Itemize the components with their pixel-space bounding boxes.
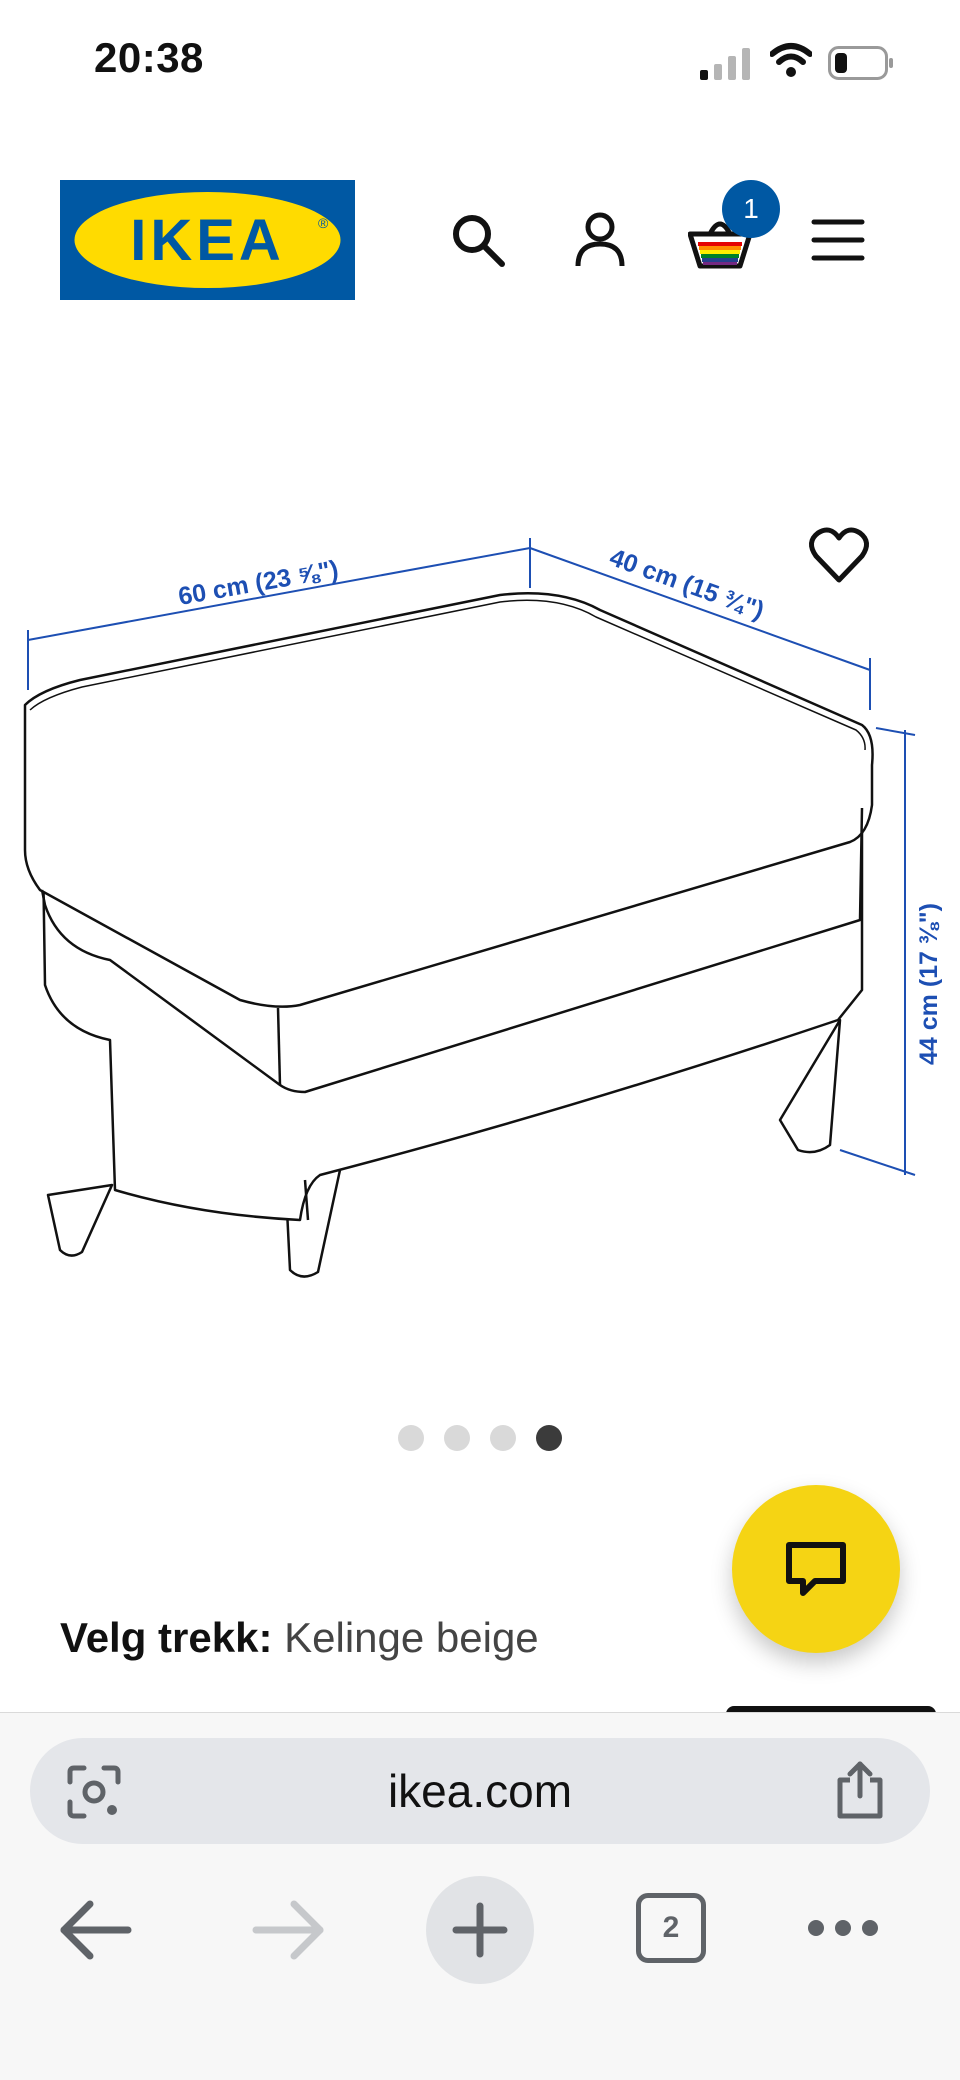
- menu-icon[interactable]: [808, 210, 868, 270]
- cart-count-badge[interactable]: 1: [722, 180, 780, 238]
- url-text[interactable]: ikea.com: [388, 1764, 572, 1818]
- cover-label: Velg trekk:: [60, 1614, 273, 1661]
- back-arrow-icon[interactable]: [56, 1890, 136, 1970]
- wifi-icon: [770, 43, 812, 77]
- plus-icon: [452, 1902, 508, 1958]
- more-options-icon[interactable]: [806, 1918, 880, 1938]
- cover-selector[interactable]: Velg trekk: Kelinge beige: [60, 1614, 539, 1662]
- carousel-dot[interactable]: [490, 1425, 516, 1451]
- battery-icon: [828, 46, 893, 80]
- image-carousel-indicator: [0, 1425, 960, 1455]
- svg-text:®: ®: [318, 215, 329, 231]
- carousel-dot-active[interactable]: [536, 1425, 562, 1451]
- dimension-width-label: 60 cm (23 ⅝"): [176, 555, 340, 611]
- new-tab-button[interactable]: [426, 1876, 534, 1984]
- carousel-dot[interactable]: [398, 1425, 424, 1451]
- carousel-dot[interactable]: [444, 1425, 470, 1451]
- lens-icon[interactable]: [64, 1762, 124, 1822]
- share-icon[interactable]: [830, 1760, 890, 1820]
- status-time: 20:38: [94, 34, 204, 81]
- svg-text:IKEA: IKEA: [130, 208, 285, 273]
- favourite-heart-icon[interactable]: [808, 526, 870, 586]
- cellular-signal-icon: [700, 48, 750, 80]
- chat-button[interactable]: [732, 1485, 900, 1653]
- chat-bubble-icon: [786, 1542, 846, 1596]
- search-icon[interactable]: [448, 210, 508, 270]
- ikea-logo[interactable]: IKEA ®: [60, 180, 355, 300]
- cover-value: Kelinge beige: [284, 1614, 539, 1661]
- forward-arrow-icon[interactable]: [248, 1890, 328, 1970]
- product-dimension-drawing[interactable]: 60 cm (23 ⅝") 40 cm (15 ¾") 44 cm (17 ⅜"…: [0, 480, 960, 1320]
- address-bar[interactable]: ikea.com: [30, 1738, 930, 1844]
- tab-switcher-button[interactable]: 2: [636, 1893, 706, 1963]
- account-icon[interactable]: [570, 210, 630, 270]
- dimension-height-label: 44 cm (17 ⅜"): [915, 903, 943, 1065]
